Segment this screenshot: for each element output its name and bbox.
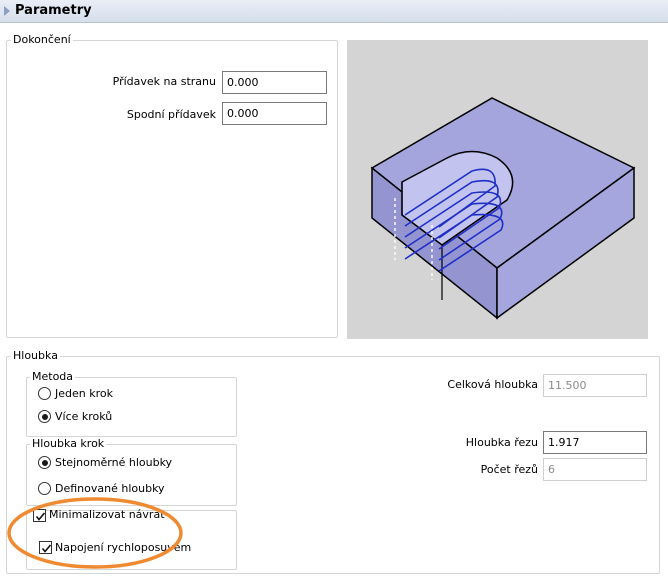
window-title: Parametry bbox=[15, 3, 92, 18]
title-bar: Parametry bbox=[0, 0, 668, 23]
pridavek-na-stranu-label: Přídavek na stranu bbox=[112, 75, 216, 88]
metoda-legend: Metoda bbox=[30, 370, 76, 383]
radio-dot-icon bbox=[41, 413, 48, 420]
spodni-pridavek-input[interactable]: 0.000 bbox=[222, 102, 327, 125]
highlight-ellipse-annotation bbox=[7, 497, 183, 569]
pridavek-na-stranu-input[interactable]: 0.000 bbox=[222, 71, 327, 94]
hloubka-legend: Hloubka bbox=[11, 349, 60, 362]
celkova-hloubka-input[interactable]: 11.500 bbox=[543, 374, 647, 397]
jeden-krok-radio[interactable] bbox=[38, 387, 51, 400]
jeden-krok-label[interactable]: Jeden krok bbox=[55, 387, 113, 401]
spodni-pridavek-label: Spodní přídavek bbox=[126, 108, 216, 121]
hloubka-krok-legend: Hloubka krok bbox=[30, 437, 107, 450]
pocet-rezu-input[interactable]: 6 bbox=[543, 458, 647, 481]
panel-icon bbox=[4, 6, 10, 16]
radio-dot-icon bbox=[41, 459, 48, 466]
stejnomerne-hloubky-radio[interactable] bbox=[38, 456, 51, 469]
vice-kroku-radio[interactable] bbox=[38, 410, 51, 423]
pocet-rezu-label: Počet řezů bbox=[480, 463, 538, 476]
stejnomerne-hloubky-label[interactable]: Stejnoměrné hloubky bbox=[55, 456, 172, 470]
hloubka-rezu-input[interactable]: 1.917 bbox=[543, 431, 647, 454]
pocket-preview-image bbox=[347, 40, 648, 339]
dokonceni-legend: Dokončení bbox=[11, 33, 73, 46]
hloubka-rezu-label: Hloubka řezu bbox=[465, 436, 538, 449]
pocket-part-drawing bbox=[370, 97, 636, 320]
metoda-group bbox=[26, 377, 237, 437]
celkova-hloubka-label: Celková hloubka bbox=[447, 378, 538, 391]
vice-kroku-label[interactable]: Více kroků bbox=[55, 410, 112, 424]
